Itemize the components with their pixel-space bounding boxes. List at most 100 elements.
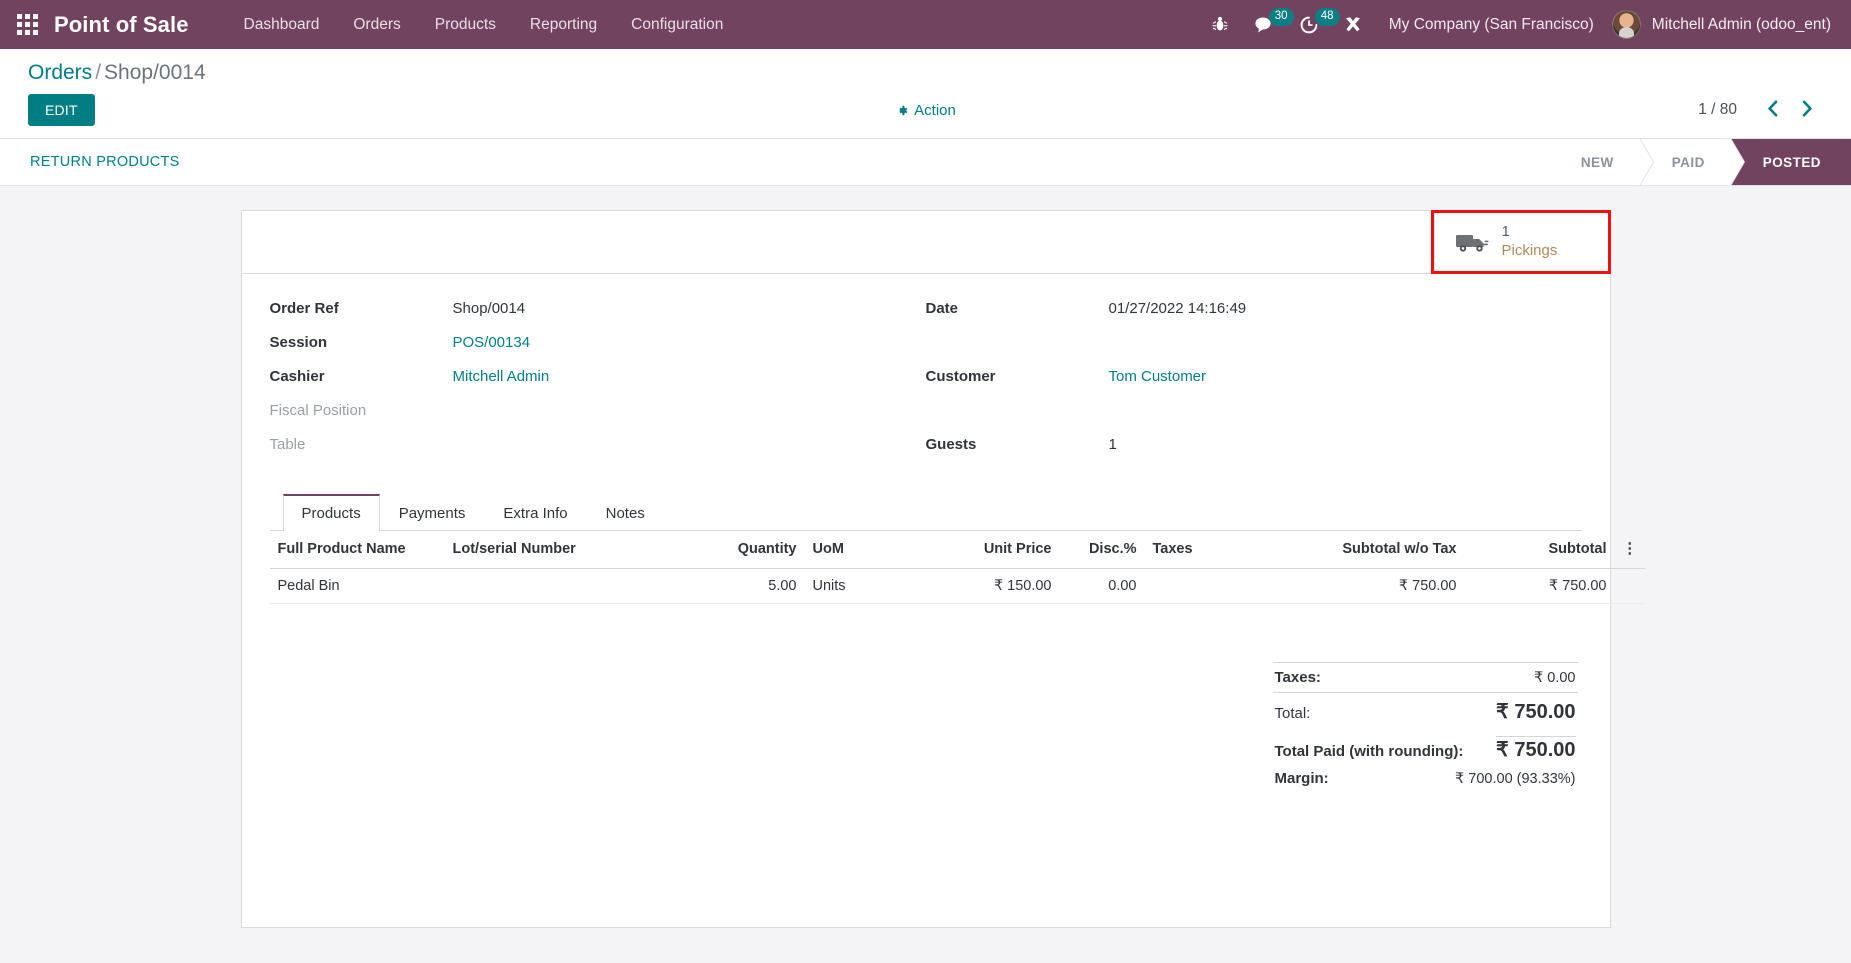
menu-item-orders[interactable]: Orders <box>336 0 417 49</box>
chevron-left-icon <box>1768 100 1778 116</box>
pager-previous-button[interactable] <box>1757 98 1788 123</box>
col-discount[interactable]: Disc.% <box>1059 530 1145 569</box>
return-products-button[interactable]: RETURN PRODUCTS <box>22 148 188 176</box>
col-taxes[interactable]: Taxes <box>1144 530 1270 569</box>
table-header-row: Full Product Name Lot/serial Number Quan… <box>269 530 1645 569</box>
form-fields-grid: Order Ref Shop/0014 Session POS/00134 Ca… <box>270 300 1582 470</box>
app-brand-title: Point of Sale <box>54 11 189 37</box>
breadcrumb-item-current: Shop/0014 <box>104 61 206 84</box>
field-customer-value[interactable]: Tom Customer <box>1109 368 1207 385</box>
cell-lot-serial-number <box>444 568 685 604</box>
form-column-right: Date 01/27/2022 14:16:49 Customer Tom Cu… <box>926 300 1582 470</box>
field-customer: Customer Tom Customer <box>926 368 1582 402</box>
field-table: Table <box>270 436 926 470</box>
col-subtotal-wo-tax[interactable]: Subtotal w/o Tax <box>1269 530 1465 569</box>
col-uom[interactable]: UoM <box>804 530 900 569</box>
gear-icon <box>898 105 907 115</box>
statusbar-row: RETURN PRODUCTS NEW PAID POSTED <box>0 138 1851 186</box>
tab-extra-info[interactable]: Extra Info <box>484 494 586 531</box>
cell-quantity: 5.00 <box>684 568 805 604</box>
cell-optional <box>1614 568 1645 604</box>
pager-next-button[interactable] <box>1792 98 1823 123</box>
messages-button[interactable]: 30 <box>1241 0 1294 49</box>
field-guests-label: Guests <box>925 435 977 453</box>
main-content-area: 1 Pickings Order Ref Shop/0014 Session P… <box>0 186 1851 962</box>
breadcrumb: Orders / Shop/0014 <box>28 61 1823 85</box>
status-stage-posted-label: POSTED <box>1762 154 1821 170</box>
action-menu-button[interactable]: Action <box>895 102 956 119</box>
field-date: Date 01/27/2022 14:16:49 <box>926 300 1582 334</box>
developer-tools-button[interactable] <box>1331 0 1375 49</box>
total-taxes-label: Taxes: <box>1274 668 1321 686</box>
chevron-right-icon <box>1802 100 1812 116</box>
pager: 1 / 80 <box>1698 98 1823 123</box>
tab-products[interactable]: Products <box>282 493 380 531</box>
menu-item-configuration[interactable]: Configuration <box>614 0 740 49</box>
col-full-product-name[interactable]: Full Product Name <box>269 530 445 569</box>
form-body: Order Ref Shop/0014 Session POS/00134 Ca… <box>242 274 1645 789</box>
field-session-value[interactable]: POS/00134 <box>453 334 531 351</box>
col-subtotal[interactable]: Subtotal <box>1464 530 1615 569</box>
field-order-ref-value: Shop/0014 <box>452 299 526 317</box>
tab-payments[interactable]: Payments <box>380 494 485 531</box>
menu-item-products[interactable]: Products <box>418 0 513 49</box>
cell-discount: 0.00 <box>1059 568 1145 604</box>
developer-tools-icon <box>1345 16 1360 31</box>
avatar <box>1611 10 1641 39</box>
total-paid-label: Total Paid (with rounding): <box>1274 742 1464 760</box>
truck-icon <box>1455 234 1488 252</box>
bug-icon-button[interactable] <box>1199 0 1241 49</box>
user-name-label: Mitchell Admin (odoo_ent) <box>1651 15 1831 33</box>
pickings-count: 1 <box>1501 223 1510 240</box>
col-unit-price[interactable]: Unit Price <box>899 530 1060 569</box>
total-row-total-paid: Total Paid (with rounding): ₹ 750.00 <box>1273 730 1578 768</box>
status-stage-new[interactable]: NEW <box>1548 139 1640 185</box>
status-stage-new-label: NEW <box>1580 154 1614 170</box>
margin-value: ₹ 700.00 (93.33%) <box>1455 770 1576 787</box>
edit-button[interactable]: EDIT <box>28 94 95 126</box>
optional-columns-dropdown[interactable]: ⋮ <box>1614 530 1645 569</box>
form-spacer-2 <box>926 402 1582 436</box>
total-total-value: ₹ 750.00 <box>1496 700 1576 723</box>
pickings-label: Pickings <box>1501 241 1558 259</box>
totals-section: Taxes: ₹ 0.00 Total: ₹ 750.00 Total Paid… <box>270 604 1582 789</box>
total-row-total: Total: ₹ 750.00 <box>1272 691 1578 730</box>
apps-grid-icon <box>16 14 38 35</box>
field-cashier-value[interactable]: Mitchell Admin <box>453 368 550 385</box>
pickings-stat-button[interactable]: 1 Pickings <box>1433 213 1608 271</box>
col-lot-serial-number[interactable]: Lot/serial Number <box>444 530 685 569</box>
menu-item-reporting[interactable]: Reporting <box>513 0 614 49</box>
field-guests: Guests 1 <box>926 436 1582 470</box>
form-sheet: 1 Pickings Order Ref Shop/0014 Session P… <box>240 210 1645 928</box>
field-session: Session POS/00134 <box>270 334 926 368</box>
field-date-label: Date <box>925 299 959 317</box>
total-row-margin: Margin: ₹ 700.00 (93.33%) <box>1273 768 1578 789</box>
breadcrumb-item-orders[interactable]: Orders <box>28 61 92 84</box>
cell-taxes <box>1144 568 1270 604</box>
activities-button[interactable]: 48 <box>1287 0 1340 49</box>
status-stage-paid[interactable]: PAID <box>1638 138 1731 186</box>
cell-subtotal-wo-tax: ₹ 750.00 <box>1269 568 1465 604</box>
total-taxes-value: ₹ 0.00 <box>1534 669 1576 686</box>
notebook: Products Payments Extra Info Notes Full <box>269 493 1645 789</box>
table-row[interactable]: Pedal Bin 5.00 Units ₹ 150.00 0.00 ₹ 750… <box>269 568 1645 604</box>
status-stage-posted[interactable]: POSTED <box>1729 138 1851 186</box>
field-date-value: 01/27/2022 14:16:49 <box>1108 299 1247 317</box>
field-cashier: Cashier Mitchell Admin <box>270 368 926 402</box>
field-order-ref-label: Order Ref <box>269 299 339 317</box>
action-menu-label: Action <box>914 101 956 119</box>
menu-item-dashboard[interactable]: Dashboard <box>227 0 337 49</box>
user-menu[interactable]: Mitchell Admin (odoo_ent) <box>1611 10 1837 39</box>
field-table-label: Table <box>269 435 306 453</box>
control-panel: Orders / Shop/0014 EDIT Action 1 / 80 <box>0 49 1851 139</box>
order-lines-table: Full Product Name Lot/serial Number Quan… <box>269 530 1645 604</box>
col-quantity[interactable]: Quantity <box>684 530 805 569</box>
tab-notes[interactable]: Notes <box>587 494 664 531</box>
field-cashier-label: Cashier <box>269 367 325 385</box>
apps-menu-button[interactable] <box>0 0 54 49</box>
pager-counter: 1 / 80 <box>1698 101 1737 118</box>
main-menu: Dashboard Orders Products Reporting Conf… <box>227 0 741 49</box>
breadcrumb-separator: / <box>95 61 102 84</box>
total-total-label: Total: <box>1274 704 1311 722</box>
company-switcher[interactable]: My Company (San Francisco) <box>1375 16 1612 34</box>
